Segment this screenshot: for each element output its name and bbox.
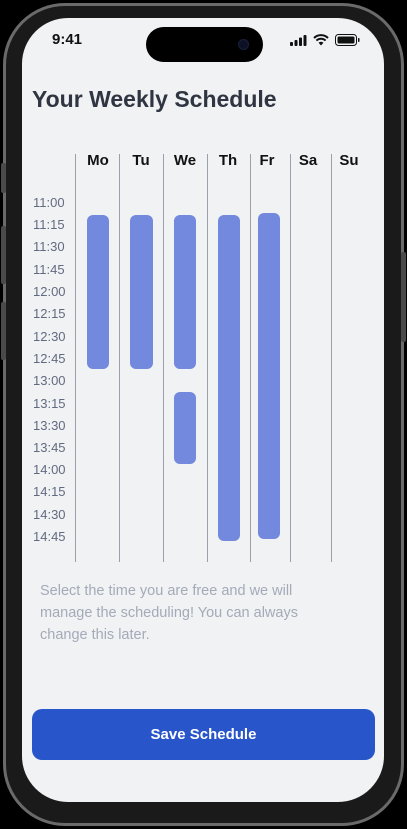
time-label: 13:30 — [33, 418, 66, 433]
day-header-th: Th — [218, 152, 238, 169]
status-time: 9:41 — [52, 31, 83, 48]
day-header-sa: Sa — [298, 152, 318, 169]
power-button — [401, 252, 406, 342]
column-divider — [250, 154, 251, 562]
time-label: 12:15 — [33, 306, 66, 321]
time-label: 14:30 — [33, 507, 66, 522]
signal-icon — [290, 34, 307, 46]
day-header-su: Su — [339, 152, 359, 169]
page-title: Your Weekly Schedule — [32, 86, 277, 112]
time-label: 14:00 — [33, 462, 66, 477]
time-label: 14:45 — [33, 529, 66, 544]
column-divider — [75, 154, 76, 562]
availability-block-tu[interactable] — [130, 215, 153, 369]
day-header-mo: Mo — [87, 152, 109, 169]
availability-block-fr[interactable] — [258, 213, 280, 539]
app-screen: 9:41 Your Weekly Schedule Mo Tu We Th Fr… — [22, 18, 384, 802]
time-label: 13:00 — [33, 373, 66, 388]
availability-block-we-2[interactable] — [174, 392, 196, 464]
time-label: 12:45 — [33, 351, 66, 366]
time-label: 12:30 — [33, 329, 66, 344]
time-label: 12:00 — [33, 284, 66, 299]
column-divider — [290, 154, 291, 562]
availability-block-mo[interactable] — [87, 215, 109, 369]
camera-icon — [238, 39, 249, 50]
action-button — [1, 163, 6, 193]
time-label: 11:15 — [33, 217, 65, 232]
column-divider — [207, 154, 208, 562]
time-label: 11:00 — [33, 195, 65, 210]
column-divider — [331, 154, 332, 562]
time-label: 13:45 — [33, 440, 66, 455]
time-label: 13:15 — [33, 396, 66, 411]
day-header-we: We — [173, 152, 197, 169]
day-header-fr: Fr — [259, 152, 275, 169]
time-label: 14:15 — [33, 484, 66, 499]
volume-up-button — [1, 226, 6, 284]
volume-down-button — [1, 302, 6, 360]
availability-block-we-1[interactable] — [174, 215, 196, 369]
battery-icon — [335, 34, 360, 46]
column-divider — [163, 154, 164, 562]
dynamic-island — [146, 27, 263, 62]
phone-frame: 9:41 Your Weekly Schedule Mo Tu We Th Fr… — [0, 0, 407, 829]
save-schedule-button[interactable]: Save Schedule — [32, 709, 375, 760]
time-label: 11:30 — [33, 239, 65, 254]
status-icons — [290, 34, 360, 46]
wifi-icon — [313, 34, 329, 46]
time-label: 11:45 — [33, 262, 65, 277]
hint-text: Select the time you are free and we will… — [40, 583, 298, 643]
availability-block-th[interactable] — [218, 215, 240, 541]
day-header-tu: Tu — [132, 152, 150, 169]
column-divider — [119, 154, 120, 562]
